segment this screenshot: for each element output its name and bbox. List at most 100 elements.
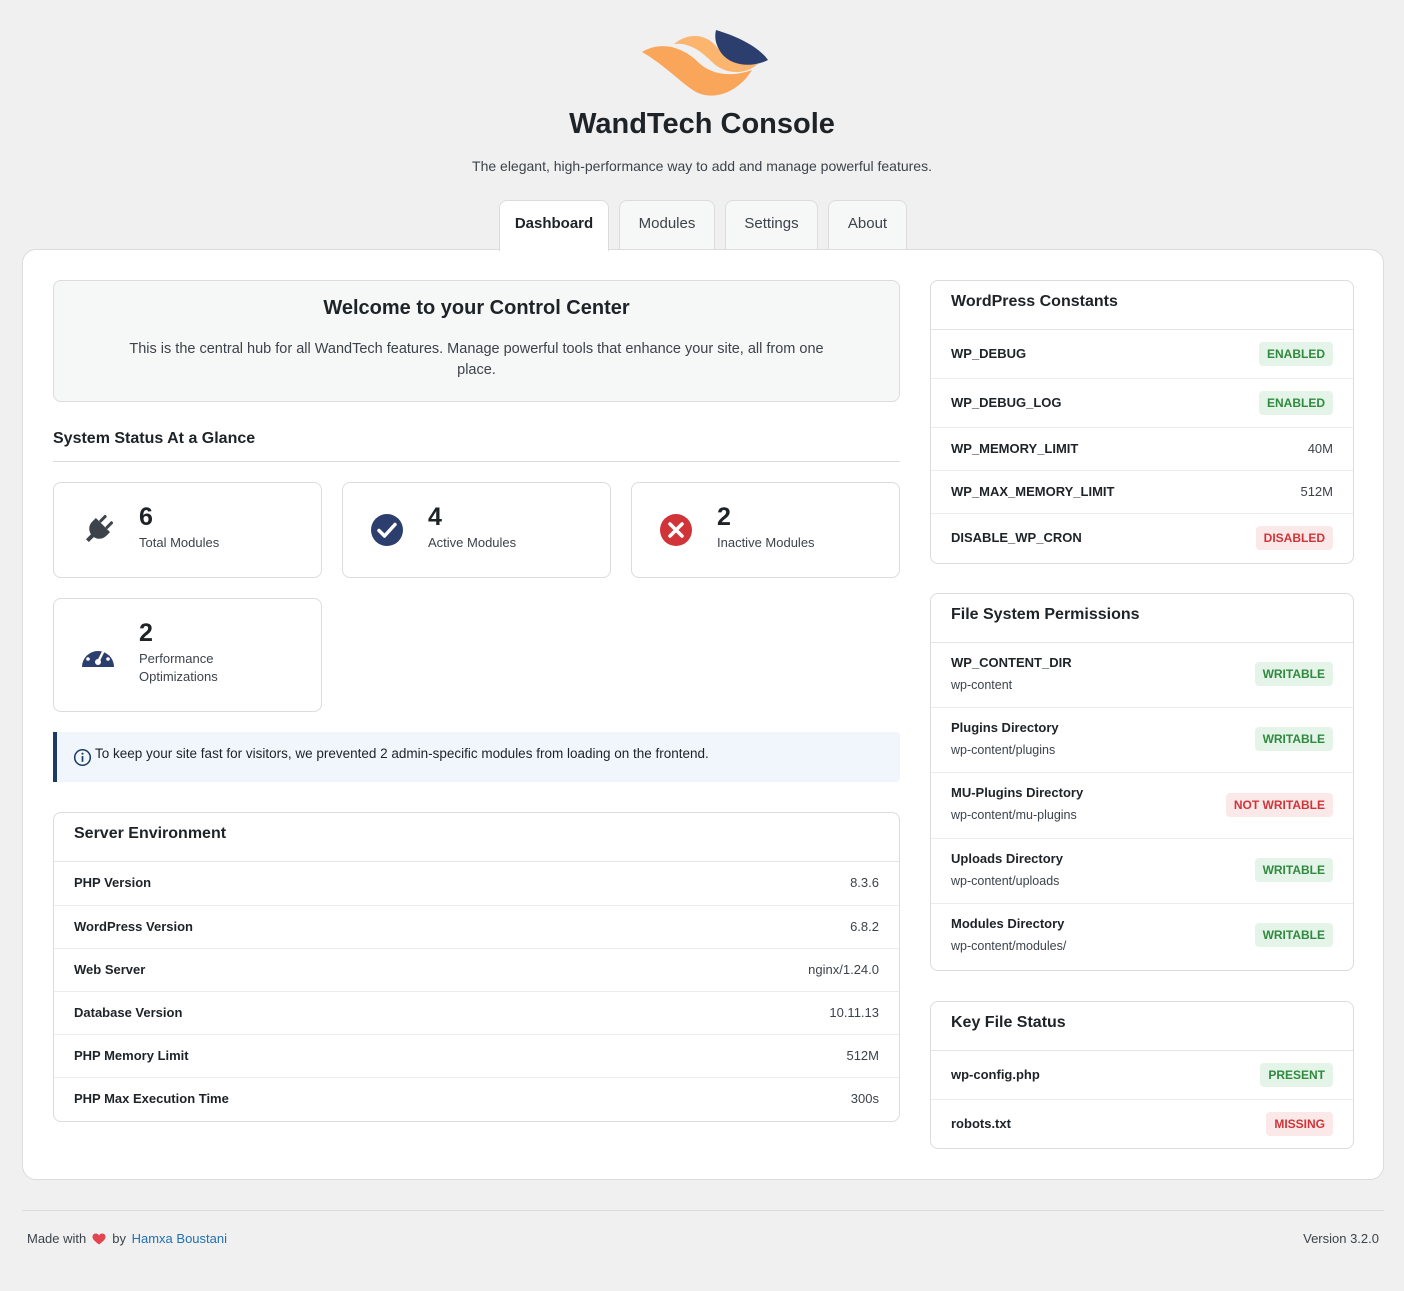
row-value: 300s — [850, 1091, 879, 1106]
server-row: Database Version 10.11.13 — [54, 992, 899, 1035]
row-label: Database Version — [74, 1005, 183, 1020]
tab-about[interactable]: About — [828, 200, 907, 250]
status-badge: ENABLED — [1258, 342, 1333, 366]
panel-title: Server Environment — [54, 813, 899, 862]
stat-card-performance: 2 Performance Optimizations — [53, 598, 322, 712]
row-label: Plugins Directory — [951, 720, 1059, 735]
heart-icon — [92, 1233, 106, 1245]
status-badge: PRESENT — [1260, 1063, 1333, 1087]
dashboard-panel: Welcome to your Control Center This is t… — [22, 249, 1384, 1180]
by-text: by — [112, 1231, 126, 1246]
status-badge: DISABLED — [1255, 526, 1333, 550]
row-label: DISABLE_WP_CRON — [951, 530, 1082, 545]
tab-modules[interactable]: Modules — [619, 200, 715, 250]
status-badge: ENABLED — [1258, 391, 1333, 415]
divider — [53, 461, 900, 462]
tab-bar: Dashboard Modules Settings About — [0, 200, 1404, 251]
frontend-notice: To keep your site fast for visitors, we … — [53, 732, 900, 782]
row-value: 10.11.13 — [829, 1005, 879, 1020]
key-file-status-panel: Key File Status wp-config.php PRESENT ro… — [930, 1001, 1354, 1149]
keyfile-row: wp-config.php PRESENT — [931, 1051, 1353, 1100]
row-label: Web Server — [74, 962, 146, 977]
row-label: robots.txt — [951, 1116, 1011, 1131]
plug-icon — [85, 514, 114, 543]
stat-card-total-modules: 6 Total Modules — [53, 482, 322, 578]
stat-label: Active Modules — [428, 535, 517, 550]
row-value: 8.3.6 — [850, 875, 879, 890]
stat-label: Inactive Modules — [717, 535, 815, 550]
status-badge: NOT WRITABLE — [1225, 793, 1333, 817]
server-row: PHP Max Execution Time 300s — [54, 1078, 899, 1121]
row-path: wp-content/uploads — [951, 874, 1060, 888]
row-label: wp-config.php — [951, 1067, 1040, 1082]
file-permissions-panel: File System Permissions WP_CONTENT_DIR w… — [930, 593, 1354, 971]
welcome-text: This is the central hub for all WandTech… — [129, 341, 824, 378]
row-label: WordPress Version — [74, 919, 193, 934]
row-path: wp-content/mu-plugins — [951, 808, 1077, 822]
status-badge: MISSING — [1266, 1112, 1333, 1136]
status-badge: WRITABLE — [1254, 923, 1333, 947]
row-label: Uploads Directory — [951, 851, 1063, 866]
server-row: PHP Version 8.3.6 — [54, 862, 899, 906]
wordpress-constants-panel: WordPress Constants WP_DEBUG ENABLED WP_… — [930, 280, 1354, 564]
panel-title: File System Permissions — [931, 594, 1353, 643]
footer-credit: Made with by Hamxa Boustani — [27, 1231, 227, 1246]
row-label: MU-Plugins Directory — [951, 785, 1084, 800]
server-row: Web Server nginx/1.24.0 — [54, 949, 899, 992]
server-row: WordPress Version 6.8.2 — [54, 906, 899, 949]
permission-row: Uploads Directory wp-content/uploads WRI… — [931, 839, 1353, 904]
stat-value: 2 — [717, 503, 731, 531]
row-label: WP_DEBUG_LOG — [951, 395, 1062, 410]
row-path: wp-content/modules/ — [951, 939, 1067, 953]
constant-row: WP_MEMORY_LIMIT 40M — [931, 428, 1353, 471]
row-label: WP_MAX_MEMORY_LIMIT — [951, 484, 1115, 499]
stat-card-inactive-modules: 2 Inactive Modules — [631, 482, 900, 578]
check-circle-icon — [371, 514, 403, 546]
welcome-title: Welcome to your Control Center — [323, 297, 630, 319]
row-label: WP_CONTENT_DIR — [951, 655, 1072, 670]
constant-row: WP_DEBUG_LOG ENABLED — [931, 379, 1353, 428]
gauge-icon — [82, 644, 114, 667]
permission-row: Plugins Directory wp-content/plugins WRI… — [931, 708, 1353, 773]
stat-value: 4 — [428, 503, 442, 531]
tab-dashboard[interactable]: Dashboard — [499, 200, 609, 251]
row-label: PHP Max Execution Time — [74, 1091, 229, 1106]
constant-row: WP_MAX_MEMORY_LIMIT 512M — [931, 471, 1353, 514]
row-path: wp-content/plugins — [951, 743, 1056, 757]
row-label: PHP Version — [74, 875, 152, 890]
status-badge: WRITABLE — [1254, 662, 1333, 686]
server-environment-panel: Server Environment PHP Version 8.3.6 Wor… — [53, 812, 900, 1122]
row-label: PHP Memory Limit — [74, 1048, 189, 1063]
panel-title: Key File Status — [931, 1002, 1353, 1051]
permission-row: MU-Plugins Directory wp-content/mu-plugi… — [931, 773, 1353, 839]
row-value: 40M — [1307, 441, 1333, 456]
info-icon — [73, 748, 92, 767]
welcome-box: Welcome to your Control Center This is t… — [53, 280, 900, 402]
row-value: nginx/1.24.0 — [808, 962, 879, 977]
notice-text: To keep your site fast for visitors, we … — [95, 746, 709, 761]
row-label: WP_DEBUG — [951, 346, 1027, 361]
stat-card-active-modules: 4 Active Modules — [342, 482, 611, 578]
row-value: 512M — [846, 1048, 879, 1063]
wandtech-logo — [642, 30, 768, 96]
x-circle-icon — [660, 514, 692, 546]
status-heading: System Status At a Glance — [53, 430, 256, 447]
tab-settings[interactable]: Settings — [725, 200, 818, 250]
app-tagline: The elegant, high-performance way to add… — [472, 158, 932, 174]
version-label: Version 3.2.0 — [1303, 1231, 1379, 1246]
permission-row: Modules Directory wp-content/modules/ WR… — [931, 904, 1353, 969]
server-row: PHP Memory Limit 512M — [54, 1035, 899, 1078]
row-path: wp-content — [951, 678, 1013, 692]
stat-label: Total Modules — [139, 535, 220, 550]
author-link[interactable]: Hamxa Boustani — [132, 1231, 227, 1246]
stat-value: 2 — [139, 619, 153, 647]
row-value: 6.8.2 — [850, 919, 879, 934]
constant-row: WP_DEBUG ENABLED — [931, 330, 1353, 379]
row-label: Modules Directory — [951, 916, 1065, 931]
app-title: WandTech Console — [569, 108, 835, 140]
made-with-text: Made with — [27, 1231, 87, 1246]
row-label: WP_MEMORY_LIMIT — [951, 441, 1079, 456]
keyfile-row: robots.txt MISSING — [931, 1100, 1353, 1148]
footer-divider — [22, 1210, 1384, 1211]
panel-title: WordPress Constants — [931, 281, 1353, 330]
